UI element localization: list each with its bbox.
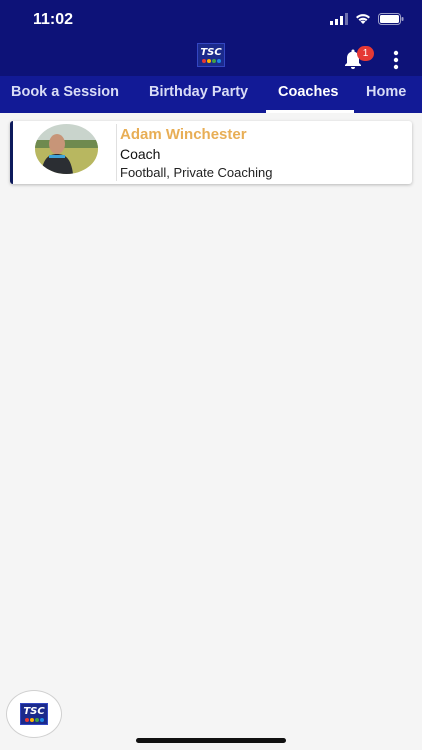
app-logo[interactable]: TSC — [197, 43, 225, 67]
wifi-icon — [356, 14, 370, 24]
tab-book-a-session[interactable]: Book a Session — [11, 76, 119, 113]
fab-logo: TSC — [20, 703, 48, 725]
coach-name: Adam Winchester — [120, 126, 247, 143]
tab-coaches[interactable]: Coaches — [278, 76, 338, 113]
app-bar: TSC 1 — [0, 40, 422, 76]
tab-home[interactable]: Home — [366, 76, 406, 113]
card-divider — [116, 124, 117, 181]
more-vert-icon[interactable] — [391, 50, 401, 70]
tab-birthday-party[interactable]: Birthday Party — [149, 76, 248, 113]
active-tab-indicator — [266, 110, 354, 113]
signal-icon — [330, 13, 348, 25]
tab-bar: Book a Session Birthday Party Coaches Ho… — [0, 76, 422, 113]
app-header: 11:02 TSC 1 Book a Session Birthday Part… — [0, 0, 422, 113]
battery-icon — [378, 13, 404, 25]
notification-badge: 1 — [357, 46, 374, 61]
home-indicator[interactable] — [136, 738, 286, 743]
status-bar: 11:02 — [0, 0, 422, 40]
coach-specialties: Football, Private Coaching — [120, 165, 273, 180]
coach-card[interactable]: Adam Winchester Coach Football, Private … — [10, 121, 412, 184]
logo-fab-button[interactable]: TSC — [6, 690, 62, 738]
logo-balls-icon — [24, 717, 44, 722]
coach-avatar — [35, 124, 98, 174]
status-icons — [330, 13, 404, 25]
coach-role: Coach — [120, 146, 161, 162]
status-time: 11:02 — [33, 11, 74, 28]
logo-balls-icon — [201, 58, 221, 63]
